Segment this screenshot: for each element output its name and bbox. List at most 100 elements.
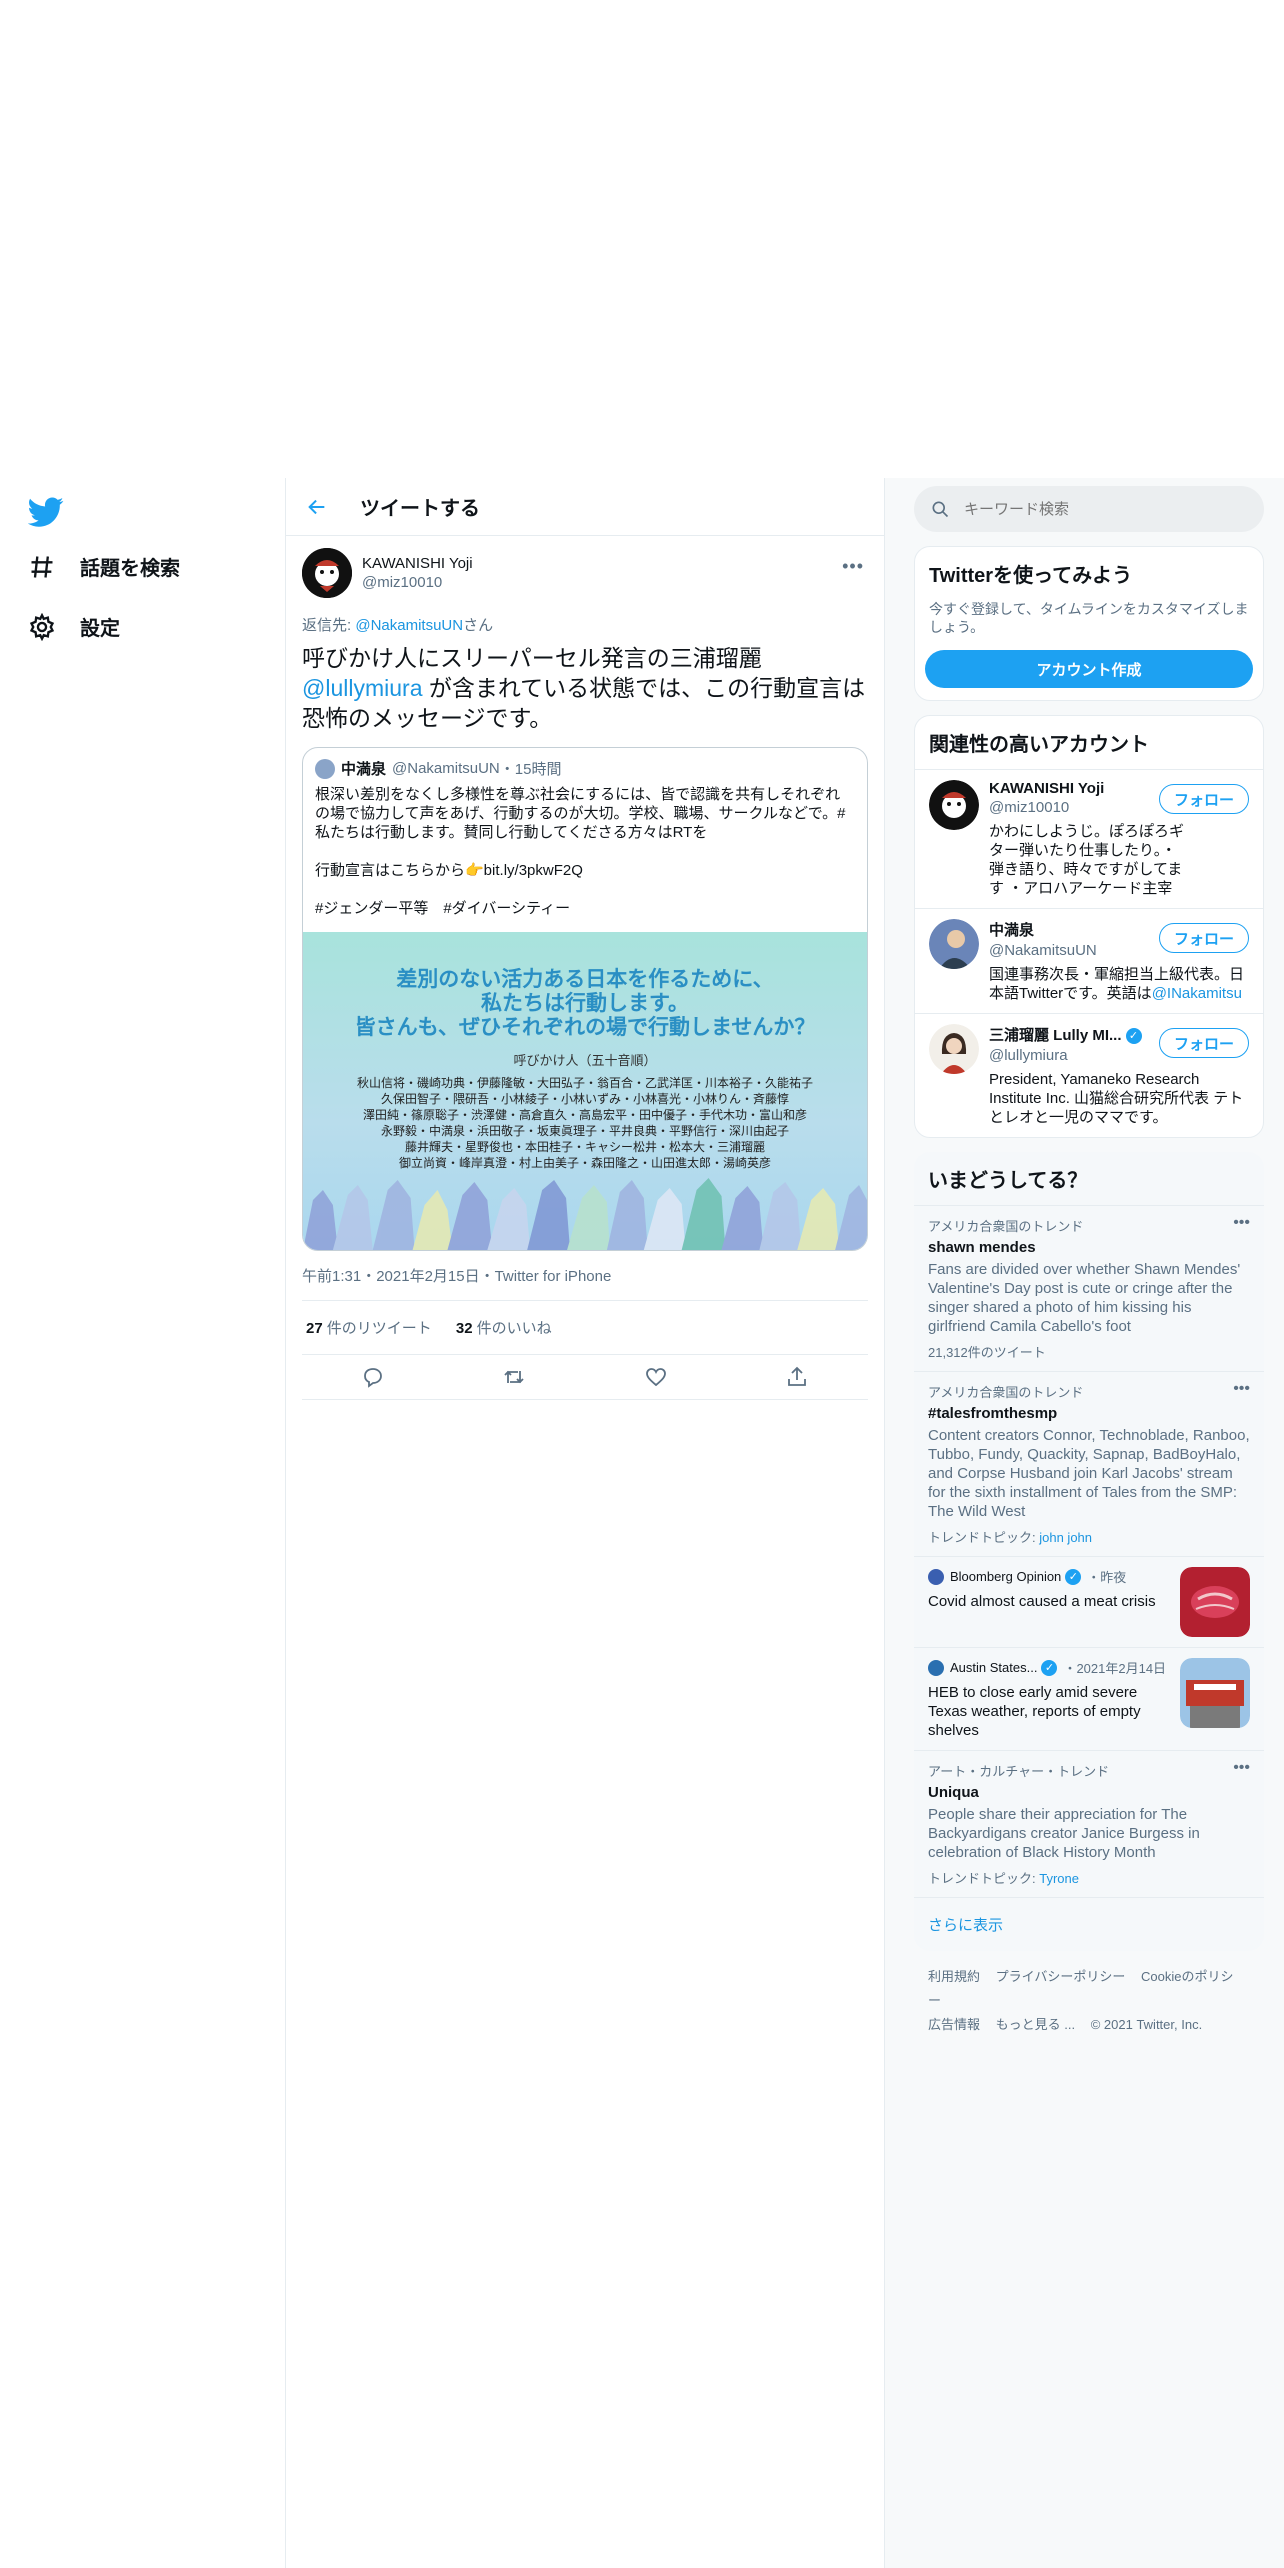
hashtag-icon — [31, 555, 53, 578]
likes-label: 件のいいね — [476, 1320, 552, 1337]
search-input[interactable] — [964, 500, 1224, 518]
trend-name: Uniqua — [928, 1784, 979, 1801]
tweet-stats: 27 件のリツイート 32 件のいいね — [302, 1301, 868, 1355]
source-avatar — [928, 1659, 944, 1676]
retweets-stat[interactable]: 27 件のリツイート — [306, 1320, 432, 1337]
page-title: ツイートする — [360, 498, 480, 520]
quote-image[interactable]: 差別のない活力ある日本を作るために、 私たちは行動します。 皆さんも、ぜひそれぞ… — [303, 932, 867, 1250]
signup-card: Twitterを使ってみよう 今すぐ登録して、タイムラインをカスタマイズしましょ… — [914, 546, 1264, 701]
footer-link-ads[interactable]: 広告情報 — [928, 2017, 980, 2032]
reply-handle-link[interactable]: @NakamitsuUN — [355, 617, 463, 634]
account-bio: 国連事務次長・軍縮担当上級代表。日本語Twitterです。英語は@INakami… — [989, 965, 1249, 1003]
like-heart-icon[interactable] — [644, 1365, 668, 1389]
signup-description: 今すぐ登録して、タイムラインをカスタマイズしましょう。 — [929, 601, 1249, 635]
trend-topic: トレンドトピック: john john — [928, 1527, 1250, 1546]
trend-description: Content creators Connor, Technoblade, Ra… — [928, 1427, 1250, 1520]
trend-topic-label: トレンドトピック: — [928, 1530, 1040, 1545]
tweet-actions — [302, 1355, 868, 1400]
image-subtitle: 呼びかけ人（五十音順） — [513, 1053, 657, 1068]
more-options-icon[interactable]: ••• — [1233, 1380, 1250, 1398]
follow-button[interactable]: フォロー — [1158, 923, 1249, 953]
gear-icon — [29, 612, 55, 641]
news-title: Covid almost caused a meat crisis — [928, 1593, 1156, 1610]
share-icon[interactable] — [785, 1365, 809, 1389]
follow-button[interactable]: フォロー — [1158, 1028, 1249, 1058]
trend-topic-link[interactable]: john john — [1039, 1530, 1092, 1545]
trend-context: アメリカ合衆国のトレンド — [928, 1385, 1084, 1400]
footer-link-terms[interactable]: 利用規約 — [928, 1969, 980, 1984]
avatar[interactable] — [302, 548, 352, 598]
relevant-accounts-title: 関連性の高いアカウント — [929, 734, 1149, 756]
more-options-icon[interactable]: ••• — [1233, 1759, 1250, 1777]
nav-explore[interactable]: 話題を検索 — [28, 552, 180, 581]
quoted-tweet[interactable]: 中満泉 @NakamitsuUN ・15時間 根深い差別をなくし多様性を尊ぶ社会… — [302, 747, 868, 1251]
trend-name: #talesfromthesmp — [928, 1405, 1058, 1422]
twitter-logo-icon[interactable] — [28, 494, 64, 530]
news-title: HEB to close early amid severe Texas wea… — [928, 1684, 1141, 1739]
nav-settings[interactable]: 設定 — [28, 612, 120, 641]
create-account-button[interactable]: アカウント作成 — [925, 650, 1253, 688]
right-sidebar: Twitterを使ってみよう 今すぐ登録して、タイムラインをカスタマイズしましょ… — [914, 478, 1264, 2051]
search-icon — [932, 501, 949, 518]
verified-badge-icon: ✓ — [1065, 1568, 1082, 1585]
trend-topic: トレンドトピック: Tyrone — [928, 1868, 1250, 1887]
nav-explore-label: 話題を検索 — [80, 558, 180, 580]
back-arrow-icon[interactable] — [306, 496, 328, 518]
footer-link-more[interactable]: もっと見る ... — [996, 2017, 1075, 2032]
trend-item[interactable]: アメリカ合衆国のトレンド #talesfromthesmp Content cr… — [914, 1371, 1264, 1556]
quoted-tweet-header: 中満泉 @NakamitsuUN ・15時間 — [303, 748, 867, 779]
author-name[interactable]: KAWANISHI Yoji — [362, 555, 473, 572]
main-column: ツイートする KAWANISHI Yoji @miz10010 ••• 返信先:… — [285, 478, 885, 2568]
trends-title: いまどうしてる？ — [928, 1170, 1088, 1192]
news-item[interactable]: Austin States... ✓ ・2021年2月14日 HEB to clos… — [914, 1647, 1264, 1750]
signup-title: Twitterを使ってみよう — [929, 565, 1133, 587]
news-source-row: Bloomberg Opinion ✓ ・昨夜 — [928, 1567, 1168, 1586]
account-item[interactable]: 中満泉 @NakamitsuUN 国連事務次長・軍縮担当上級代表。日本語Twit… — [915, 908, 1263, 1013]
account-item[interactable]: 三浦瑠麗 Lully MI... ✓ @lullymiura President,… — [915, 1013, 1263, 1137]
retweets-count: 27 — [306, 1320, 323, 1337]
tweet-text: 呼びかけ人にスリーパーセル発言の三浦瑠麗 @lullymiura が含まれている状… — [302, 643, 868, 733]
source-avatar — [928, 1568, 944, 1585]
show-more-link[interactable]: さらに表示 — [914, 1897, 1264, 1951]
reply-icon[interactable] — [361, 1365, 385, 1389]
footer-link-privacy[interactable]: プライバシーポリシー — [996, 1969, 1126, 1984]
news-time: ・昨夜 — [1087, 1570, 1127, 1585]
news-source: Bloomberg Opinion — [950, 1569, 1062, 1584]
trends-card: いまどうしてる？ アメリカ合衆国のトレンド shawn mendes Fans … — [914, 1152, 1264, 1951]
mention-link[interactable]: @lullymiura — [302, 675, 422, 701]
news-thumbnail — [1180, 1567, 1250, 1637]
footer: 利用規約 プライバシーポリシー Cookieのポリシー 広告情報 もっと見る .… — [914, 1951, 1264, 2051]
trend-item[interactable]: アメリカ合衆国のトレンド shawn mendes Fans are divid… — [914, 1205, 1264, 1371]
more-options-icon[interactable]: ••• — [842, 556, 864, 577]
reply-to: 返信先: @NakamitsuUNさん — [302, 614, 868, 635]
more-options-icon[interactable]: ••• — [1233, 1214, 1250, 1232]
image-names-line: 久保田智子・隈研吾・小林綾子・小林いずみ・小林喜光・小林りん・斉藤惇 — [380, 1092, 789, 1106]
account-bio-link[interactable]: @INakamitsu — [1152, 985, 1242, 1002]
trend-topic-link[interactable]: Tyrone — [1039, 1871, 1079, 1886]
tweet-timestamp[interactable]: 午前1:31・2021年2月15日・Twitter for iPhone — [302, 1265, 868, 1301]
trend-topic-label: トレンドトピック: — [928, 1871, 1040, 1886]
footer-copyright: © 2021 Twitter, Inc. — [1090, 2017, 1203, 2032]
author-handle[interactable]: @miz10010 — [362, 574, 473, 591]
verified-badge-icon: ✓ — [1125, 1028, 1142, 1045]
trend-name: shawn mendes — [928, 1239, 1036, 1256]
blank-top-area — [0, 0, 1284, 478]
avatar — [929, 919, 979, 969]
trend-item[interactable]: アート・カルチャー・トレンド Uniqua People share their… — [914, 1750, 1264, 1897]
likes-stat[interactable]: 32 件のいいね — [456, 1320, 552, 1337]
image-headline-3: 皆さんも、ぜひそれぞれの場で行動しませんか？ — [354, 1016, 816, 1039]
trend-context: アメリカ合衆国のトレンド — [928, 1219, 1084, 1234]
image-names: 秋山信将・磯崎功典・伊藤隆敏・大田弘子・翁百合・乙武洋匡・川本裕子・久能祐子 久… — [303, 1075, 867, 1171]
image-names-line: 秋山信将・磯崎功典・伊藤隆敏・大田弘子・翁百合・乙武洋匡・川本裕子・久能祐子 — [356, 1076, 813, 1090]
news-item[interactable]: Bloomberg Opinion ✓ ・昨夜 Covid almost cause… — [914, 1556, 1264, 1647]
search-box[interactable] — [914, 486, 1264, 532]
hands-illustration — [303, 1178, 867, 1250]
quote-body: 根深い差別をなくし多様性を尊ぶ社会にするには、皆で認識を共有しそれぞれの場で協力… — [315, 786, 846, 917]
follow-button[interactable]: フォロー — [1158, 784, 1249, 814]
image-names-line: 藤井輝夫・星野俊也・本田桂子・キャシー松井・松本大・三浦瑠麗 — [404, 1140, 765, 1154]
account-name: 三浦瑠麗 Lully MI... — [989, 1027, 1122, 1044]
tweet-author: KAWANISHI Yoji @miz10010 ••• — [302, 548, 868, 598]
retweet-icon[interactable] — [502, 1365, 526, 1389]
verified-badge-icon: ✓ — [1041, 1659, 1058, 1676]
account-item[interactable]: KAWANISHI Yoji @miz10010 かわにしようじ。ぽろぽろギター… — [915, 769, 1263, 908]
